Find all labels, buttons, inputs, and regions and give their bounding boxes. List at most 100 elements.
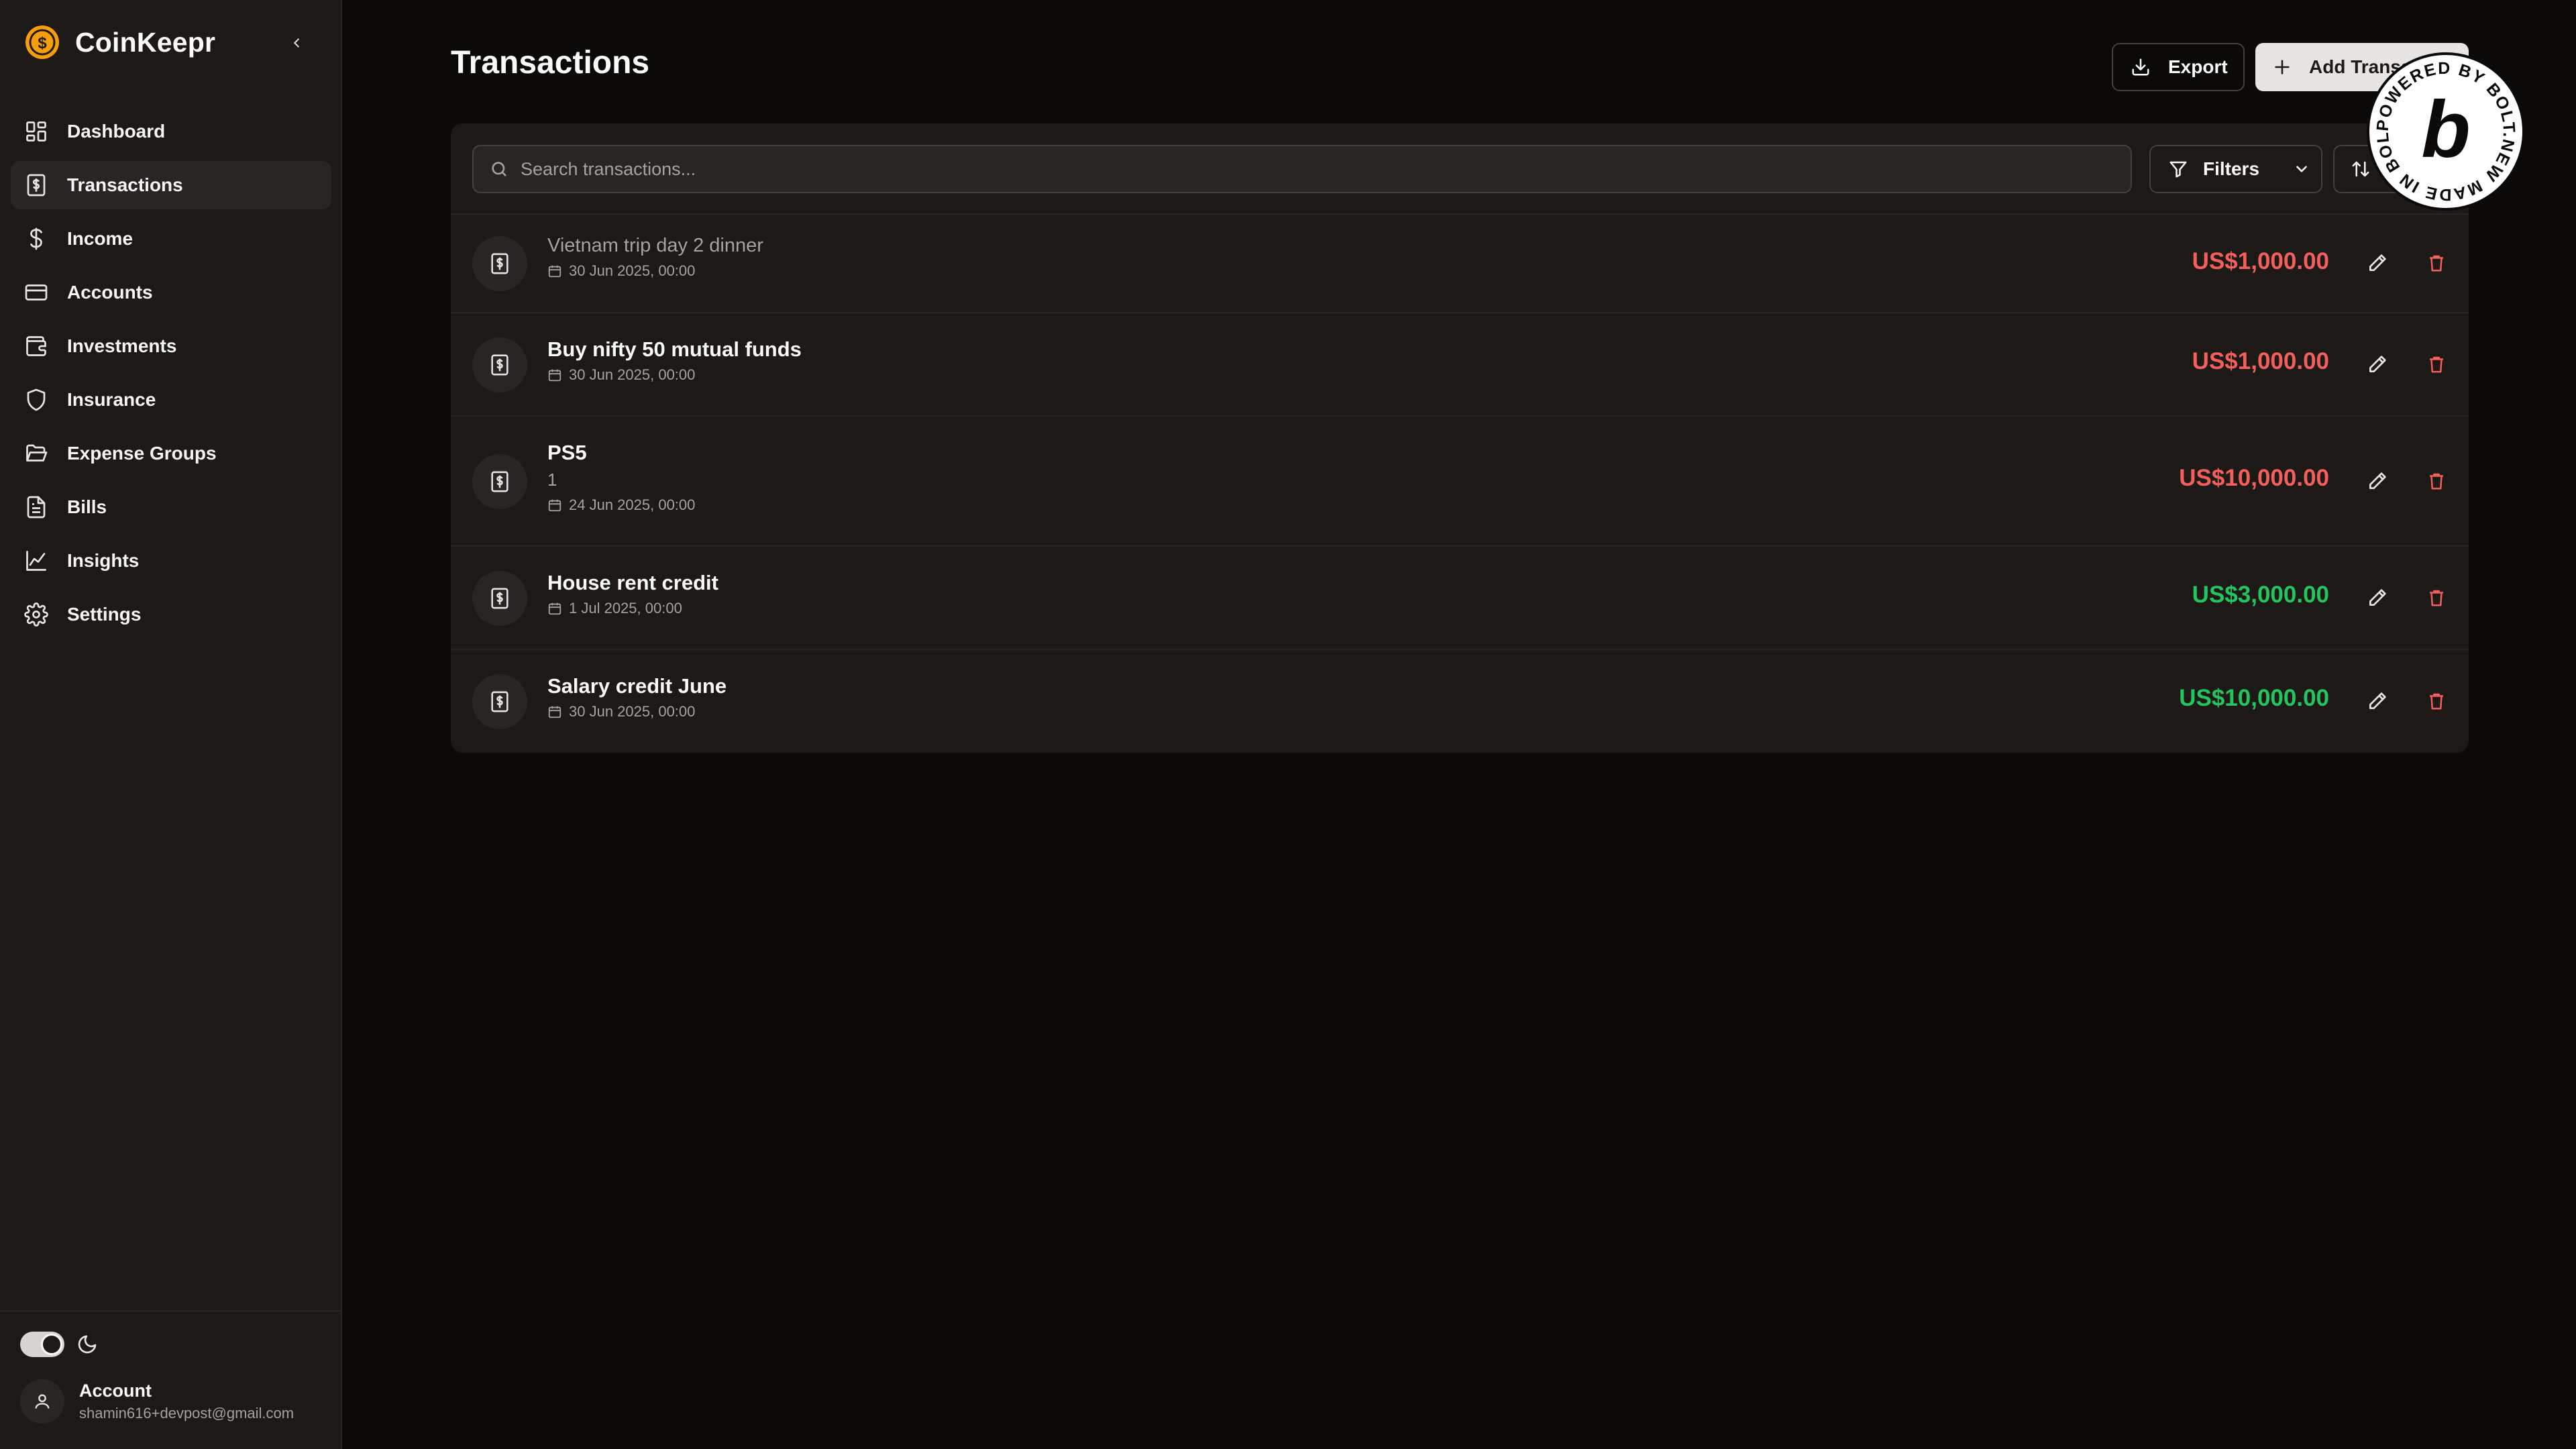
export-label: Export — [2168, 56, 2228, 77]
sidebar-item-label: Insurance — [67, 389, 156, 410]
app-root: $ CoinKeepr Dashboard Transactions Incom… — [0, 0, 2576, 1449]
sidebar-nav: Dashboard Transactions Income Accounts I… — [11, 107, 331, 644]
transactions-toolbar: Filters — [451, 123, 2469, 215]
sidebar-item-income[interactable]: Income — [11, 215, 331, 263]
delete-button[interactable] — [2420, 685, 2453, 717]
sidebar-item-accounts[interactable]: Accounts — [11, 268, 331, 317]
transaction-date-text: 30 Jun 2025, 00:00 — [569, 703, 696, 720]
receipt-dollar-icon — [472, 337, 527, 392]
edit-button[interactable] — [2361, 348, 2394, 380]
chevron-down-icon — [2296, 166, 2307, 172]
plus-icon — [2273, 58, 2292, 76]
transaction-date-text: 24 Jun 2025, 00:00 — [569, 496, 696, 513]
transaction-date-text: 30 Jun 2025, 00:00 — [569, 366, 696, 383]
wallet-icon — [23, 333, 50, 360]
transaction-amount: US$1,000.00 — [2192, 348, 2329, 374]
sidebar-item-label: Transactions — [67, 174, 183, 195]
transaction-row[interactable]: PS5 1 24 Jun 2025, 00:00 US$10,000.00 — [451, 417, 2469, 547]
credit-card-icon — [23, 279, 50, 306]
transaction-date-text: 1 Jul 2025, 00:00 — [569, 600, 682, 616]
transaction-date: 1 Jul 2025, 00:00 — [547, 596, 718, 621]
download-icon — [2131, 57, 2151, 77]
receipt-dollar-icon — [472, 571, 527, 626]
transaction-row[interactable]: Buy nifty 50 mutual funds 30 Jun 2025, 0… — [451, 313, 2469, 417]
sidebar-footer: Account shamin616+devpost@gmail.com — [0, 1310, 341, 1449]
sidebar-item-transactions[interactable]: Transactions — [11, 161, 331, 209]
receipt-dollar-icon — [472, 236, 527, 291]
sidebar-item-investments[interactable]: Investments — [11, 322, 331, 370]
bolt-badge[interactable]: POWERED BY BOLT.NEW MADE IN BOLT.NEW b — [2357, 36, 2526, 212]
calendar-icon — [548, 369, 561, 382]
sidebar-item-label: Dashboard — [67, 121, 166, 142]
edit-button[interactable] — [2361, 247, 2394, 279]
avatar — [20, 1379, 64, 1424]
account-email: shamin616+devpost@gmail.com — [79, 1405, 294, 1421]
transaction-date: 30 Jun 2025, 00:00 — [547, 259, 763, 283]
moon-icon — [78, 1335, 97, 1354]
calendar-icon — [548, 499, 561, 512]
edit-button[interactable] — [2361, 582, 2394, 614]
app-name: CoinKeepr — [75, 26, 216, 58]
transaction-date: 24 Jun 2025, 00:00 — [547, 493, 695, 517]
sidebar-item-insurance[interactable]: Insurance — [11, 376, 331, 424]
brand[interactable]: $ CoinKeepr — [24, 24, 215, 60]
theme-toggle[interactable] — [20, 1332, 64, 1357]
edit-button[interactable] — [2361, 685, 2394, 717]
transaction-row[interactable]: Salary credit June 30 Jun 2025, 00:00 US… — [451, 650, 2469, 753]
account-menu[interactable]: Account shamin616+devpost@gmail.com — [20, 1379, 294, 1424]
sidebar-item-dashboard[interactable]: Dashboard — [11, 107, 331, 156]
pencil-icon — [2369, 254, 2386, 271]
badge-letter: b — [2421, 85, 2470, 174]
dashboard-icon — [23, 118, 50, 145]
sidebar-item-expense-groups[interactable]: Expense Groups — [11, 429, 331, 478]
sidebar-item-insights[interactable]: Insights — [11, 537, 331, 585]
transaction-date-text: 30 Jun 2025, 00:00 — [569, 262, 696, 279]
edit-button[interactable] — [2361, 465, 2394, 497]
collapse-sidebar-button[interactable] — [282, 28, 311, 58]
filters-label: Filters — [2203, 158, 2260, 179]
calendar-icon — [548, 602, 561, 615]
transaction-date: 30 Jun 2025, 00:00 — [547, 700, 727, 724]
pencil-icon — [2369, 692, 2386, 709]
trash-icon — [2430, 356, 2443, 373]
svg-text:$: $ — [38, 34, 47, 52]
sidebar-item-label: Investments — [67, 335, 177, 356]
sidebar: $ CoinKeepr Dashboard Transactions Incom… — [0, 0, 342, 1449]
pencil-icon — [2369, 589, 2386, 606]
receipt-dollar-icon — [472, 674, 527, 729]
transaction-amount: US$1,000.00 — [2192, 248, 2329, 274]
filters-dropdown[interactable]: Filters — [2149, 145, 2322, 193]
transaction-title: Salary credit June — [547, 674, 727, 698]
transaction-title: PS5 — [547, 441, 587, 464]
transactions-panel: Filters Vietnam trip day 2 dinner 30 Jun… — [451, 123, 2469, 753]
sidebar-item-label: Income — [67, 228, 133, 249]
account-name: Account — [79, 1381, 152, 1401]
delete-button[interactable] — [2420, 582, 2453, 614]
trash-icon — [2430, 693, 2443, 710]
sidebar-item-settings[interactable]: Settings — [11, 590, 331, 639]
transaction-amount: US$10,000.00 — [2179, 685, 2329, 711]
sidebar-item-label: Bills — [67, 496, 107, 517]
transaction-note: 1 — [547, 470, 557, 490]
delete-button[interactable] — [2420, 247, 2453, 279]
coin-logo-icon: $ — [25, 25, 59, 59]
sidebar-item-label: Accounts — [67, 282, 153, 303]
delete-button[interactable] — [2420, 465, 2453, 497]
transaction-row[interactable]: House rent credit 1 Jul 2025, 00:00 US$3… — [451, 547, 2469, 650]
transaction-details: Vietnam trip day 2 dinner 30 Jun 2025, 0… — [547, 232, 763, 283]
sidebar-item-label: Expense Groups — [67, 443, 217, 464]
page-title: Transactions — [451, 45, 650, 80]
transaction-title: House rent credit — [547, 571, 718, 594]
delete-button[interactable] — [2420, 348, 2453, 380]
sidebar-item-bills[interactable]: Bills — [11, 483, 331, 531]
transaction-date: 30 Jun 2025, 00:00 — [547, 363, 802, 387]
search-box[interactable] — [472, 145, 2132, 193]
calendar-icon — [548, 265, 561, 278]
search-input[interactable] — [521, 158, 2063, 180]
folder-open-icon — [23, 440, 50, 467]
export-button[interactable]: Export — [2112, 43, 2245, 91]
line-chart-icon — [23, 547, 50, 574]
chevron-left-icon — [294, 38, 299, 48]
toggle-knob — [41, 1334, 62, 1355]
transaction-row[interactable]: Vietnam trip day 2 dinner 30 Jun 2025, 0… — [451, 215, 2469, 313]
